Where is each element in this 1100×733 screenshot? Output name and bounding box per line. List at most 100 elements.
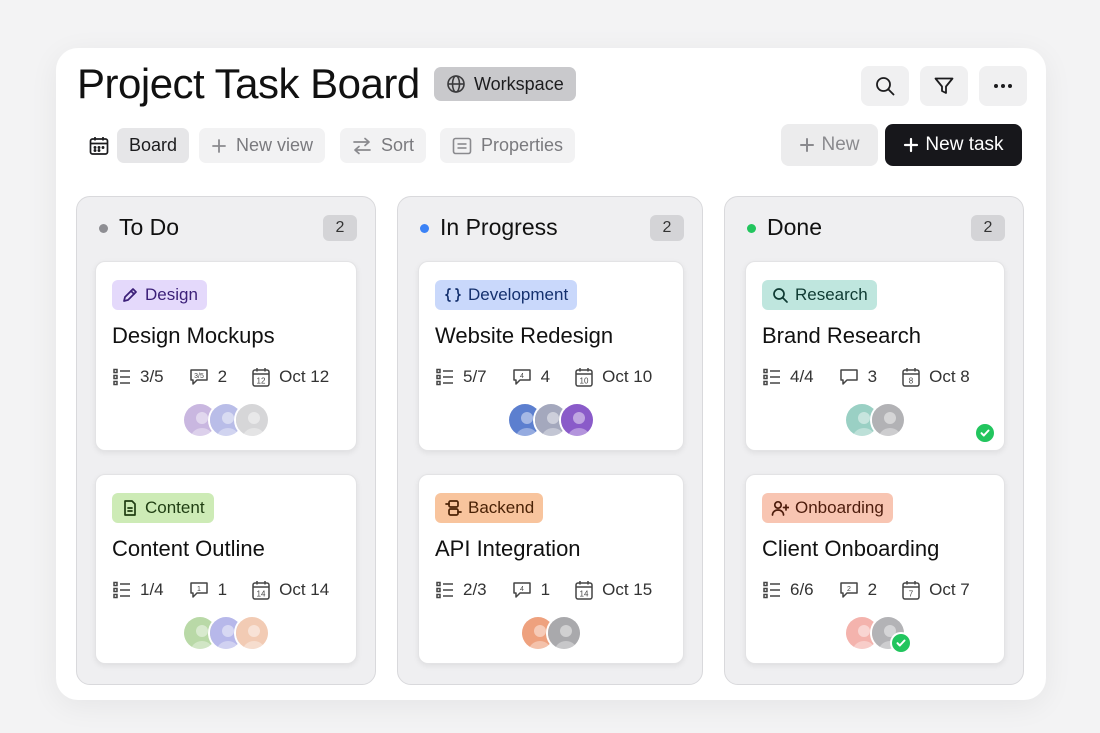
new-button[interactable]: New	[781, 124, 878, 166]
code-icon	[444, 286, 462, 304]
comment-icon: 3/5	[188, 367, 210, 387]
due-date-value: Oct 14	[279, 580, 330, 599]
task-title: Brand Research	[762, 323, 921, 348]
category-tag[interactable]: Design	[112, 280, 207, 310]
due-date: 7 Oct 7	[901, 579, 970, 601]
new-task-button[interactable]: New task	[885, 124, 1022, 166]
avatar	[559, 402, 595, 438]
column-in-progress: In Progress 2 Development Website Redesi…	[397, 196, 703, 685]
comment-value: 1	[217, 580, 228, 599]
pencil-icon	[121, 286, 139, 304]
tag-label: Design	[145, 285, 198, 304]
tag-label: Content	[145, 498, 205, 517]
due-date-value: Oct 12	[279, 367, 330, 386]
due-date: 10 Oct 10	[574, 366, 652, 388]
subtask-count: 5/7	[435, 367, 487, 387]
filter-icon	[934, 77, 954, 94]
comment-count: 3	[838, 367, 877, 387]
assignee-avatars	[96, 615, 356, 651]
checklist-icon	[762, 580, 782, 600]
column-header: Done 2	[725, 211, 1023, 245]
subtask-value: 5/7	[463, 367, 487, 386]
more-icon	[994, 84, 1012, 88]
comment-count: 4 4	[511, 367, 550, 387]
comment-count: 4 1	[511, 580, 550, 600]
workspace-label: Workspace	[474, 73, 564, 94]
svg-text:14: 14	[580, 590, 589, 599]
task-meta: 1/4 1 1 14 Oct 14	[112, 579, 329, 601]
calendar-icon	[88, 135, 110, 162]
task-card[interactable]: Development Website Redesign 5/7 4 4 10 …	[418, 261, 684, 451]
avatar	[234, 402, 270, 438]
subtask-value: 1/4	[140, 580, 164, 599]
svg-text:1: 1	[197, 586, 201, 593]
completed-check-icon	[890, 632, 912, 654]
tag-label: Backend	[468, 498, 535, 517]
comment-value: 2	[867, 580, 878, 599]
task-card[interactable]: Backend API Integration 2/3 4 1 14 Oct 1…	[418, 474, 684, 664]
properties-button[interactable]: Properties	[440, 128, 576, 163]
subtask-count: 1/4	[112, 580, 164, 600]
due-date-value: Oct 8	[929, 367, 970, 386]
column-count-badge: 2	[650, 215, 684, 241]
column-header: To Do 2	[77, 211, 375, 245]
task-card[interactable]: Content Content Outline 1/4 1 1 14 Oct 1…	[95, 474, 357, 664]
task-title: API Integration	[435, 536, 581, 561]
checklist-icon	[762, 367, 782, 387]
sort-button[interactable]: Sort	[340, 128, 427, 163]
subtask-value: 4/4	[790, 367, 814, 386]
sort-icon	[353, 137, 371, 154]
tag-label: Onboarding	[795, 498, 884, 517]
subtask-count: 4/4	[762, 367, 814, 387]
task-card[interactable]: Onboarding Client Onboarding 6/6 2 2 7 O…	[745, 474, 1005, 664]
tab-board[interactable]: Board	[117, 128, 190, 163]
calendar-icon: 14	[574, 579, 594, 601]
avatar	[870, 402, 906, 438]
svg-text:2: 2	[847, 586, 851, 593]
due-date-value: Oct 10	[602, 367, 653, 386]
svg-text:14: 14	[257, 590, 266, 599]
calendar-icon: 14	[251, 579, 271, 601]
svg-text:12: 12	[257, 377, 266, 386]
task-meta: 6/6 2 2 7 Oct 7	[762, 579, 970, 601]
workspace-badge[interactable]: Workspace	[434, 67, 576, 101]
new-task-label: New task	[925, 134, 1004, 155]
status-dot	[420, 224, 429, 233]
search-icon	[771, 286, 789, 304]
task-meta: 4/4 3 8 Oct 8	[762, 366, 970, 388]
category-tag[interactable]: Onboarding	[762, 493, 893, 523]
document-icon	[121, 499, 139, 517]
category-tag[interactable]: Research	[762, 280, 877, 310]
task-card[interactable]: Research Brand Research 4/4 3 8 Oct 8	[745, 261, 1005, 451]
calendar-icon: 8	[901, 366, 921, 388]
column-done: Done 2 Research Brand Research 4/4 3 8 O…	[724, 196, 1024, 685]
task-title: Client Onboarding	[762, 536, 940, 561]
column-count-badge: 2	[323, 215, 357, 241]
column-count-badge: 2	[971, 215, 1005, 241]
avatar	[234, 615, 270, 651]
category-tag[interactable]: Content	[112, 493, 214, 523]
filter-button[interactable]	[920, 66, 968, 106]
subtask-count: 6/6	[762, 580, 814, 600]
comment-value: 2	[217, 367, 228, 386]
tag-label: Research	[795, 285, 868, 304]
more-button[interactable]	[979, 66, 1027, 106]
category-tag[interactable]: Development	[435, 280, 578, 310]
search-button[interactable]	[861, 66, 909, 106]
new-view-button[interactable]: New view	[199, 128, 326, 163]
calendar-icon: 7	[901, 579, 921, 601]
calendar-icon: 12	[251, 366, 271, 388]
category-tag[interactable]: Backend	[435, 493, 544, 523]
checklist-icon	[435, 367, 455, 387]
subtask-value: 3/5	[140, 367, 164, 386]
svg-text:10: 10	[580, 377, 589, 386]
task-card[interactable]: Design Design Mockups 3/5 3/5 2 12 Oct 1…	[95, 261, 357, 451]
due-date: 12 Oct 12	[251, 366, 329, 388]
due-date: 8 Oct 8	[901, 366, 970, 388]
subtask-value: 2/3	[463, 580, 487, 599]
avatar	[546, 615, 582, 651]
tab-board-label: Board	[129, 135, 178, 155]
sort-label: Sort	[381, 135, 415, 155]
task-meta: 3/5 3/5 2 12 Oct 12	[112, 366, 329, 388]
comment-count: 1 1	[188, 580, 227, 600]
